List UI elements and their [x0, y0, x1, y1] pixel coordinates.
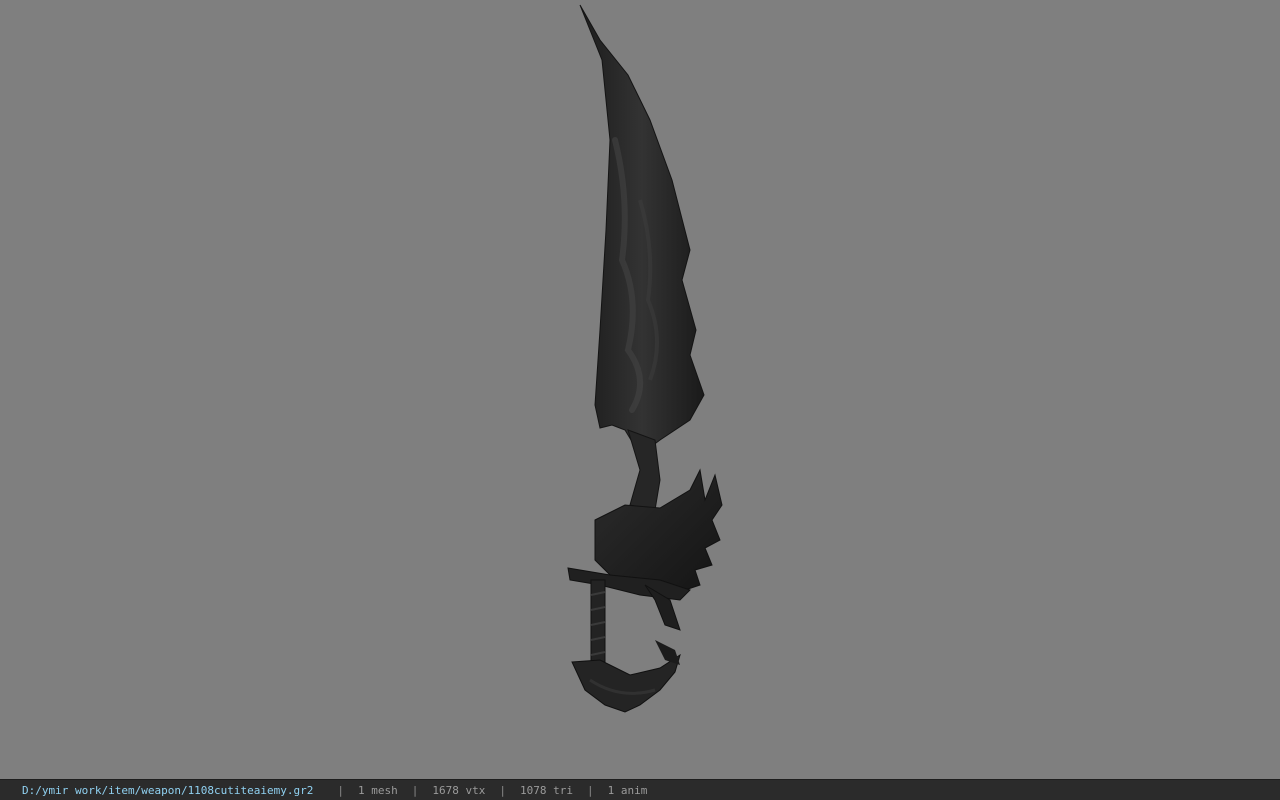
- animation-count: 1 anim: [607, 783, 648, 797]
- vertex-count: 1678 vtx: [432, 783, 486, 797]
- separator: |: [587, 783, 594, 797]
- mesh-count: 1 mesh: [358, 783, 398, 797]
- status-bar: D:/ymir work/item/weapon/1108cutiteaiemy…: [0, 779, 1280, 800]
- blade-model-icon: [567, 4, 723, 713]
- separator: |: [411, 783, 419, 797]
- separator: |: [337, 783, 345, 797]
- model-viewport[interactable]: [0, 0, 1280, 779]
- separator: |: [499, 783, 507, 797]
- file-path: D:/ymir work/item/weapon/1108cutiteaiemy…: [22, 783, 314, 797]
- triangle-count: 1078 tri: [520, 783, 573, 797]
- hand-guard: [571, 653, 681, 713]
